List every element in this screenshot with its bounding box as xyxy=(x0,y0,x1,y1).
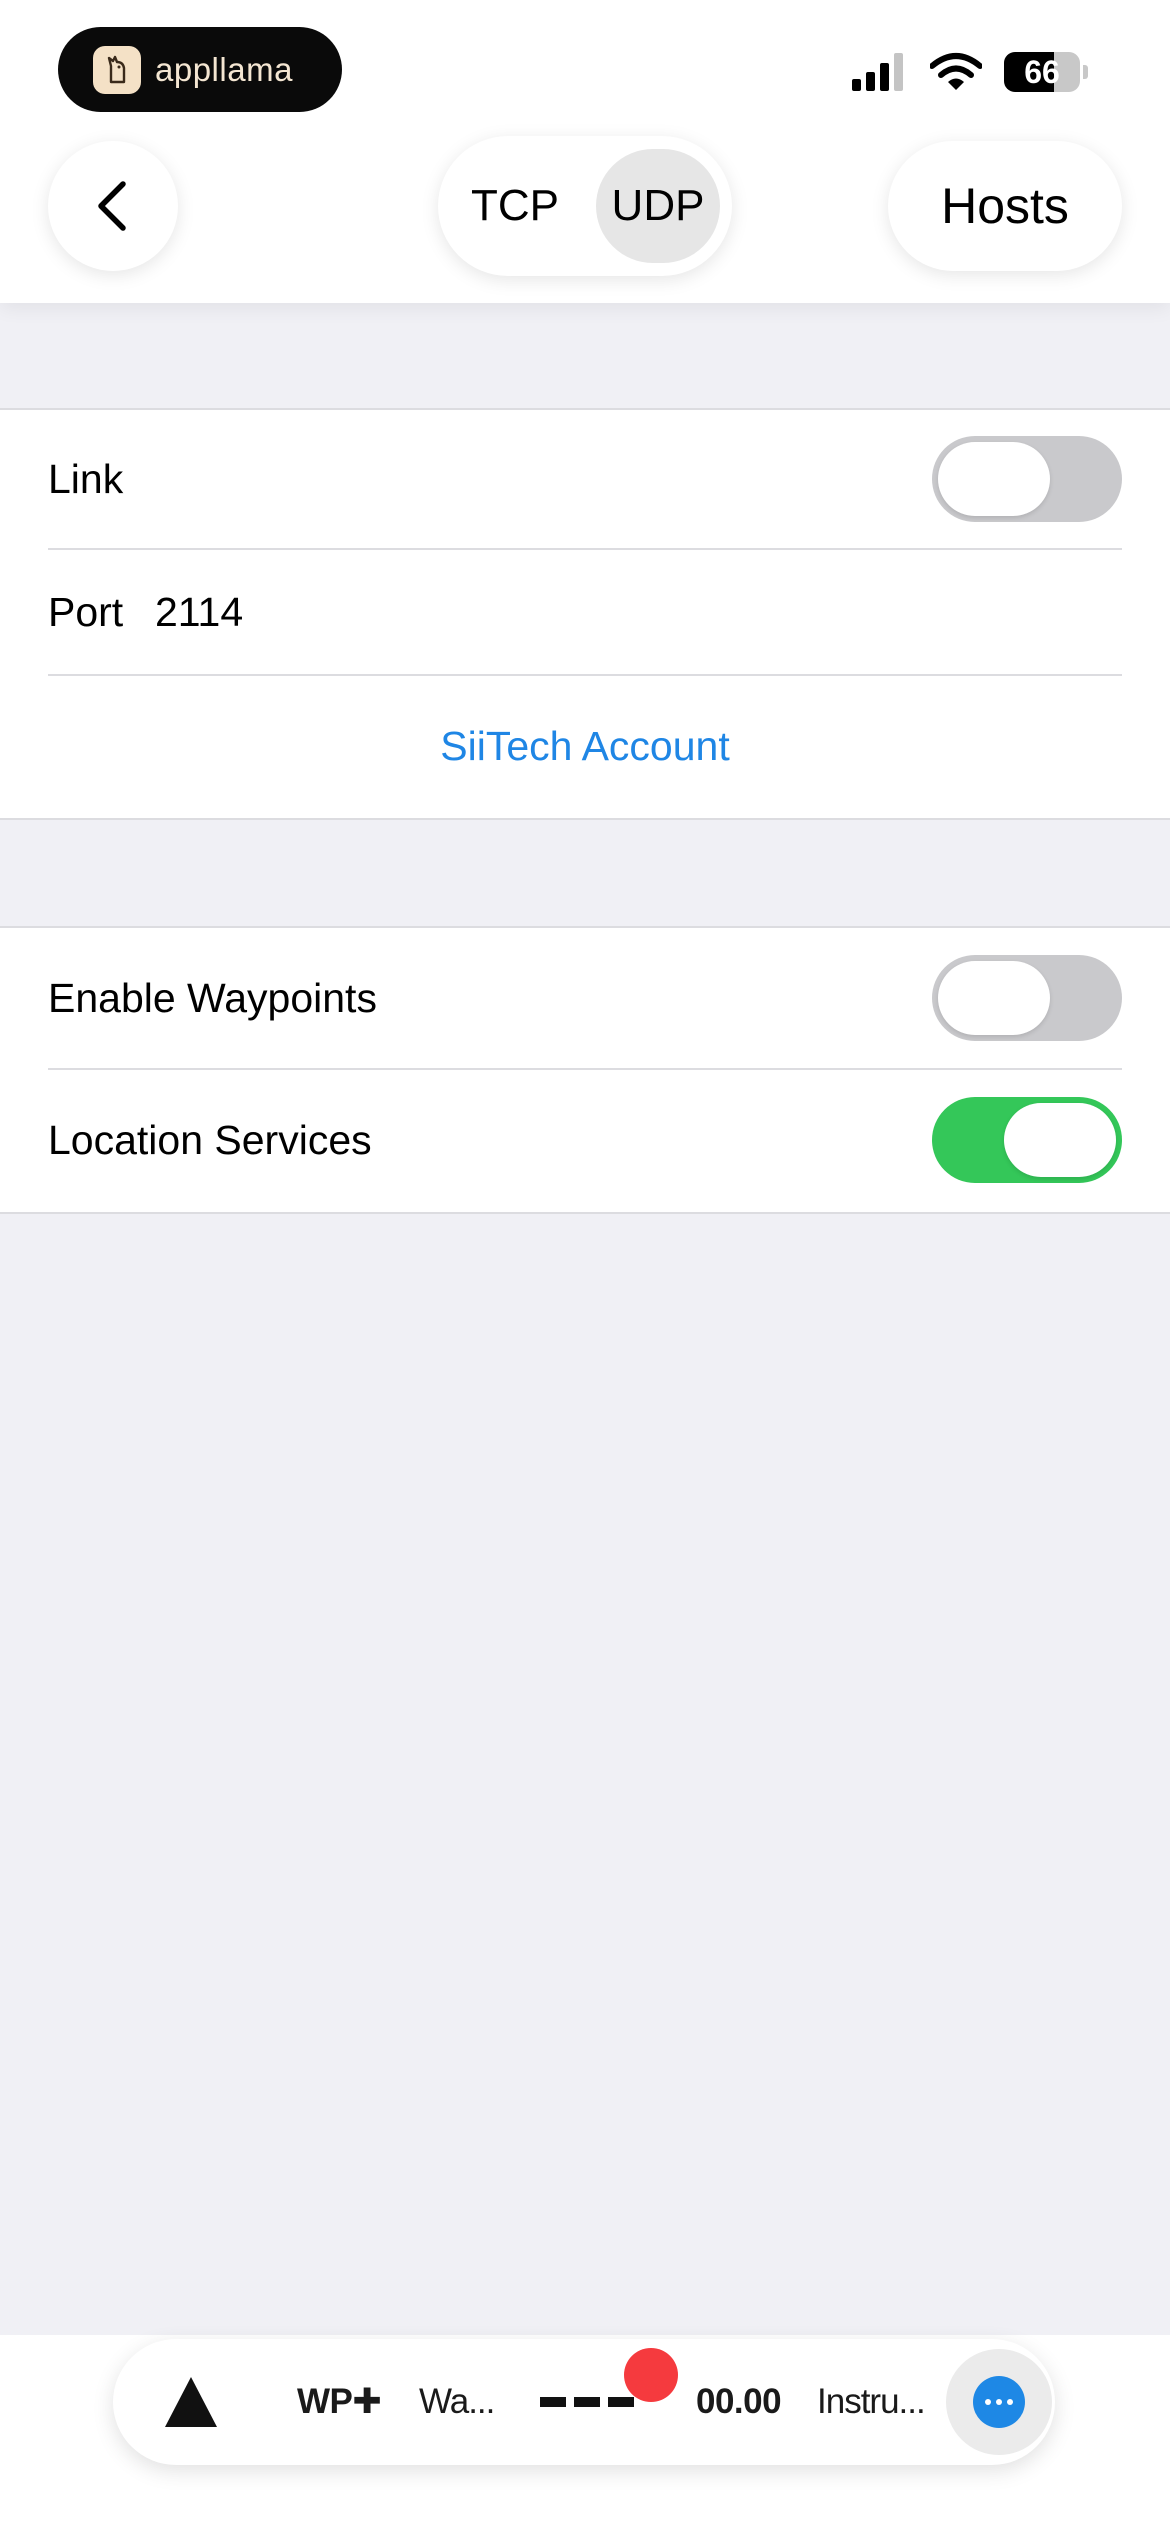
llama-logo-icon xyxy=(93,45,141,94)
siitech-account-link[interactable]: SiiTech Account xyxy=(0,723,1170,770)
chevron-left-icon xyxy=(98,181,126,231)
heading-button[interactable] xyxy=(163,2339,219,2465)
waypoints-row: Enable Waypoints xyxy=(0,928,1170,1068)
link-toggle[interactable] xyxy=(932,436,1122,522)
ellipsis-circle-icon xyxy=(973,2376,1025,2428)
value-readout[interactable]: 00.00 xyxy=(696,2339,782,2465)
account-row: SiiTech Account xyxy=(0,676,1170,816)
link-row: Link xyxy=(0,410,1170,548)
port-label: Port xyxy=(48,588,124,635)
more-button[interactable] xyxy=(946,2349,1052,2455)
waypoints-label: Enable Waypoints xyxy=(48,974,377,1021)
connection-section: Link Port 2114 SiiTech Account xyxy=(0,408,1170,820)
battery-level: 66 xyxy=(1024,53,1060,90)
port-field[interactable]: 2114 xyxy=(155,589,243,636)
segment-udp[interactable]: UDP xyxy=(596,149,720,263)
red-dot-icon xyxy=(624,2348,678,2402)
segment-tcp[interactable]: TCP xyxy=(452,149,578,263)
battery-nub xyxy=(1083,65,1088,79)
top-header: appllama 66 TCP UDP Hosts xyxy=(0,0,1170,303)
link-label: Link xyxy=(48,455,124,502)
dashes-icon xyxy=(540,2397,634,2407)
route-button[interactable] xyxy=(540,2339,636,2465)
toggle-knob xyxy=(938,961,1050,1035)
location-services-row: Location Services xyxy=(0,1070,1170,1210)
toggle-knob xyxy=(938,442,1050,516)
app-name: appllama xyxy=(155,50,293,88)
wifi-icon xyxy=(930,53,982,90)
port-row: Port 2114 xyxy=(0,550,1170,674)
battery-indicator: 66 xyxy=(1004,52,1080,92)
settings-section: Enable Waypoints Location Services xyxy=(0,926,1170,1214)
bottom-toolbar: WP✚ Wa... 00.00 Instru... xyxy=(113,2339,1055,2465)
back-button[interactable] xyxy=(48,141,178,271)
waypoints-toggle[interactable] xyxy=(932,955,1122,1041)
hosts-button[interactable]: Hosts xyxy=(888,141,1122,271)
location-services-label: Location Services xyxy=(48,1116,372,1163)
toggle-knob xyxy=(1004,1103,1116,1177)
app-badge: appllama xyxy=(58,27,342,112)
location-services-toggle[interactable] xyxy=(932,1097,1122,1183)
protocol-segmented-control: TCP UDP xyxy=(438,136,732,276)
waypoint-add-button[interactable]: WP✚ xyxy=(297,2339,382,2465)
status-icons: 66 xyxy=(852,52,1088,92)
cellular-signal-icon xyxy=(852,53,903,91)
waypoints-tab[interactable]: Wa... xyxy=(419,2339,495,2465)
triangle-up-icon xyxy=(165,2377,217,2427)
instruments-tab[interactable]: Instru... xyxy=(817,2339,926,2465)
